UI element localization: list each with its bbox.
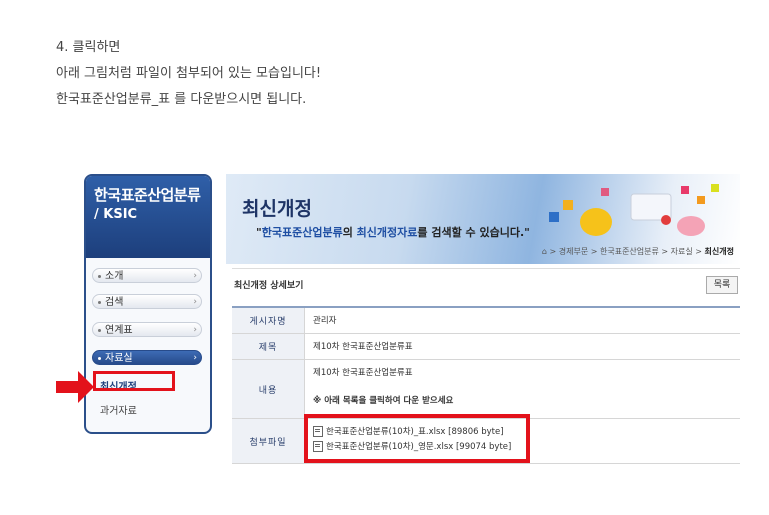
sidebar-item-linktable[interactable]: 연계표 ›	[92, 322, 202, 337]
page-banner: 최신개정 "한국표준산업분류의 최신개정자료를 검색할 수 있습니다." ⌂ >…	[226, 174, 740, 264]
intro-line-1: 4. 클릭하면	[56, 40, 121, 55]
content-value: 제10차 한국표준산업분류표	[313, 368, 413, 378]
sidebar-item-search[interactable]: 검색 ›	[92, 294, 202, 309]
table-row: 제목 제10차 한국표준산업분류표	[232, 334, 740, 360]
list-button[interactable]: 목록	[706, 276, 738, 294]
section-divider	[232, 268, 740, 269]
title-value: 제10차 한국표준산업분류표	[313, 342, 413, 352]
desc-mid: 의	[342, 226, 357, 239]
sidebar-item-label: 자료실	[105, 353, 133, 364]
desc-highlight-ksic: 한국표준산업분류	[261, 226, 343, 239]
content-label: 내용	[232, 360, 305, 418]
chevron-right-icon: ›	[193, 325, 197, 335]
breadcrumb-path: > 경제부문 > 한국표준산업분류 > 자료실 >	[549, 247, 702, 256]
sidebar-item-label: 연계표	[105, 325, 133, 336]
intro-text: 4. 클릭하면 아래 그림처럼 파일이 첨부되어 있는 모습입니다! 한국표준산…	[56, 35, 321, 113]
highlight-box-latest	[93, 371, 175, 391]
red-arrow-icon	[56, 371, 94, 403]
chevron-right-icon: ›	[193, 271, 197, 281]
sidebar-item-intro[interactable]: 소개 ›	[92, 268, 202, 283]
title-label: 제목	[232, 334, 305, 359]
sidebar-subtitle: / KSIC	[94, 207, 138, 222]
chevron-right-icon: ›	[193, 353, 197, 363]
content-cell: 제10차 한국표준산업분류표 ※ 아래 목록을 클릭하여 다운 받으세요	[305, 360, 740, 418]
table-row: 내용 제10차 한국표준산업분류표 ※ 아래 목록을 클릭하여 다운 받으세요	[232, 360, 740, 419]
content-note: ※ 아래 목록을 클릭하여 다운 받으세요	[313, 396, 454, 406]
bullet-icon	[98, 301, 101, 304]
sidebar-item-label: 검색	[105, 297, 124, 308]
highlight-box-attachments	[304, 414, 530, 463]
sidebar-item-archive[interactable]: 자료실 ›	[92, 350, 202, 365]
sidebar-subitem-past[interactable]: 과거자료	[100, 402, 137, 417]
banner-title: 최신개정	[242, 198, 312, 220]
bullet-icon	[98, 357, 101, 360]
sidebar-title: 한국표준산업분류	[94, 186, 201, 204]
banner-decoration	[549, 184, 719, 236]
breadcrumb: ⌂ > 경제부문 > 한국표준산업분류 > 자료실 > 최신개정	[542, 246, 734, 257]
intro-line-3: 한국표준산업분류_표 를 다운받으시면 됩니다.	[56, 92, 307, 107]
chevron-right-icon: ›	[193, 297, 197, 307]
author-label: 게시자명	[232, 308, 305, 333]
table-row: 게시자명 관리자	[232, 308, 740, 334]
breadcrumb-current: 최신개정	[704, 247, 734, 256]
desc-highlight-latest: 최신개정자료	[356, 226, 418, 239]
banner-description: "한국표준산업분류의 최신개정자료를 검색할 수 있습니다."	[256, 224, 530, 240]
sidebar-item-label: 소개	[105, 271, 124, 282]
bullet-icon	[98, 329, 101, 332]
section-heading: 최신개정 상세보기	[234, 281, 304, 291]
sidebar-header: 한국표준산업분류 / KSIC	[86, 176, 210, 258]
attachment-label: 첨부파일	[232, 419, 305, 463]
bullet-icon	[98, 275, 101, 278]
intro-line-2: 아래 그림처럼 파일이 첨부되어 있는 모습입니다!	[56, 66, 322, 81]
author-value: 관리자	[313, 316, 337, 326]
home-icon[interactable]: ⌂	[542, 247, 547, 256]
ksic-screenshot: 한국표준산업분류 / KSIC 소개 › 검색 › 연계표 › 자료실 › 최신…	[56, 170, 746, 470]
desc-end: 를 검색할 수 있습니다."	[417, 226, 530, 239]
sidebar: 한국표준산업분류 / KSIC 소개 › 검색 › 연계표 › 자료실 › 최신…	[84, 174, 212, 434]
